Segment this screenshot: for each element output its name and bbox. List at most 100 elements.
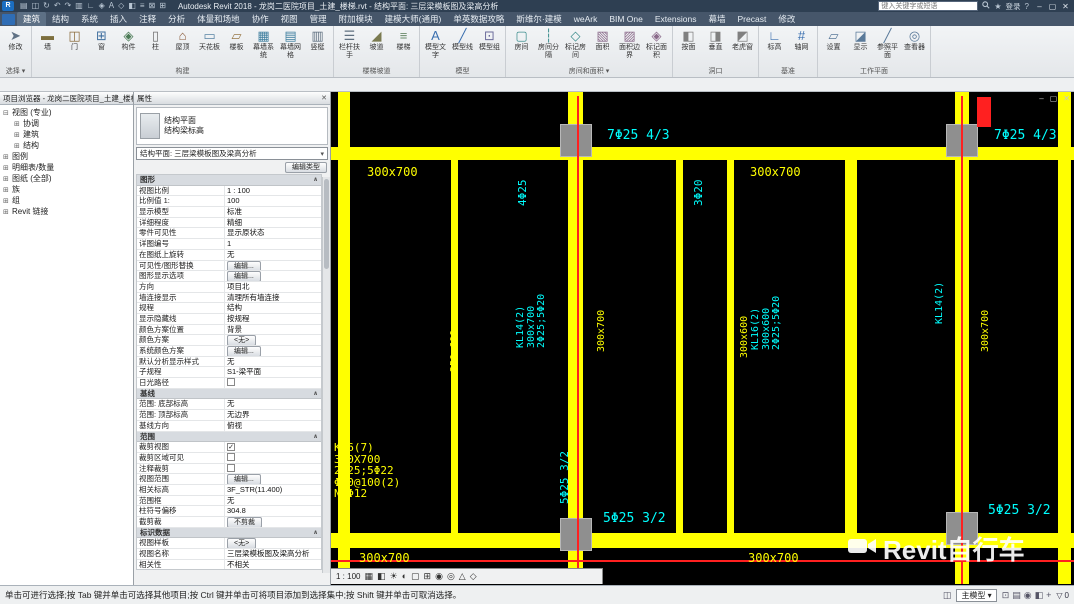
- print-icon[interactable]: ▥: [75, 1, 83, 11]
- view-restore-button[interactable]: ▢: [1050, 94, 1058, 103]
- ribbon-button[interactable]: ▭ 天花板: [196, 27, 223, 52]
- property-value[interactable]: 项目北: [225, 282, 321, 292]
- sun-path-icon[interactable]: ☀: [390, 571, 398, 582]
- crop-view-icon[interactable]: ▢: [411, 571, 420, 582]
- ribbon-button[interactable]: ≡ 楼梯: [390, 27, 417, 52]
- text-icon[interactable]: A: [109, 1, 114, 11]
- beam-annotation[interactable]: KL16(2) 300x600 2Φ25;5Φ20: [750, 296, 783, 350]
- ribbon-tab[interactable]: 建筑: [17, 12, 47, 26]
- undo-icon[interactable]: ↶: [54, 1, 61, 11]
- ribbon-tab[interactable]: Extensions: [649, 12, 703, 26]
- browser-tree-item[interactable]: ⊞ Revit 链接: [0, 206, 133, 217]
- ribbon-button[interactable]: ◪ 显示: [847, 27, 874, 52]
- property-value[interactable]: 按规程: [225, 314, 321, 324]
- view-close-button[interactable]: ✕: [1063, 94, 1070, 103]
- property-value[interactable]: [225, 452, 321, 463]
- project-browser-header[interactable]: 项目浏览器 - 龙岗二医院项目_土建_楼梯.rvt ✕: [0, 92, 133, 105]
- ribbon-tab[interactable]: 协作: [246, 12, 275, 26]
- constraints-icon[interactable]: ◇: [470, 571, 477, 582]
- property-value[interactable]: 精细: [225, 218, 321, 228]
- property-section-header[interactable]: 标识数据 ∧: [137, 527, 321, 539]
- close-button[interactable]: ✕: [1059, 2, 1072, 11]
- beam-annotation[interactable]: 5Φ25 3/2: [988, 504, 1051, 518]
- property-value[interactable]: 显示原状态: [225, 228, 321, 238]
- column[interactable]: [560, 518, 592, 551]
- browser-tree-item[interactable]: ⊞ 结构: [0, 140, 133, 151]
- scrollbar-thumb[interactable]: [324, 179, 329, 269]
- property-edit-button[interactable]: <无>: [227, 335, 257, 345]
- property-edit-button[interactable]: 编辑...: [227, 346, 261, 356]
- property-value[interactable]: S1-梁平面: [225, 367, 321, 377]
- close-icon[interactable]: ✕: [321, 94, 327, 102]
- ribbon-tab[interactable]: 注释: [133, 12, 162, 26]
- 3d-view-icon[interactable]: ◇: [118, 1, 124, 11]
- property-value[interactable]: <无>: [225, 335, 321, 345]
- ribbon-button[interactable]: ▱ 设置: [820, 27, 847, 52]
- property-value[interactable]: 无: [225, 357, 321, 367]
- beam-annotation[interactable]: 300x700: [596, 310, 608, 352]
- property-value[interactable]: 结构: [225, 303, 321, 313]
- property-value[interactable]: 3F_STR(11.400): [225, 485, 321, 495]
- worksets-icon[interactable]: ◫: [943, 590, 952, 601]
- expand-icon[interactable]: ⊞: [3, 175, 12, 183]
- property-edit-button[interactable]: 编辑...: [227, 474, 261, 484]
- shadows-icon[interactable]: ◐: [402, 571, 407, 582]
- beam-annotation[interactable]: 3Φ20: [692, 180, 705, 207]
- beam-annotation[interactable]: KL14(2): [934, 282, 946, 324]
- search-icon[interactable]: [982, 1, 990, 11]
- app-menu-icon[interactable]: R: [2, 1, 14, 11]
- ribbon-tab[interactable]: 体量和场地: [191, 12, 246, 26]
- property-value[interactable]: 俯视: [225, 421, 321, 431]
- sign-in-label[interactable]: 登录: [1006, 1, 1021, 12]
- property-value[interactable]: 不剪裁: [225, 517, 321, 527]
- ribbon-button[interactable]: ∟ 标高: [761, 27, 788, 52]
- expand-icon[interactable]: ⊞: [3, 186, 12, 194]
- property-value[interactable]: 标准: [225, 207, 321, 217]
- measure-icon[interactable]: ∟: [87, 1, 95, 11]
- browser-tree-item[interactable]: ⊟ 视图 (专业): [0, 107, 133, 118]
- property-value[interactable]: ✓: [225, 442, 321, 452]
- expand-icon[interactable]: ⊞: [3, 164, 12, 172]
- grid-line[interactable]: [961, 96, 963, 584]
- ribbon-button[interactable]: ▯ 柱: [142, 27, 169, 52]
- property-section-header[interactable]: 图形 ∧: [137, 175, 321, 186]
- ribbon-button[interactable]: ⊞ 窗: [88, 27, 115, 52]
- ribbon-button[interactable]: ◈ 构件: [115, 27, 142, 52]
- ribbon-button[interactable]: ◈ 标记面积: [643, 27, 670, 59]
- thin-lines-icon[interactable]: ≡: [140, 1, 145, 11]
- property-value[interactable]: 100: [225, 196, 321, 206]
- beam-annotation[interactable]: 300x600: [340, 316, 352, 358]
- ribbon-tab[interactable]: 附加模块: [333, 12, 379, 26]
- beam-annotation[interactable]: KL14(2) 300x700 2Φ25;5Φ20: [515, 294, 548, 348]
- section-icon[interactable]: ◧: [128, 1, 136, 11]
- browser-tree-item[interactable]: ⊞ 组: [0, 195, 133, 206]
- ribbon-button[interactable]: ▬ 墙: [34, 27, 61, 52]
- browser-tree-item[interactable]: ⊞ 图纸 (全部): [0, 173, 133, 184]
- select-elements-by-face-icon[interactable]: ◧: [1035, 590, 1044, 601]
- scale-control[interactable]: 1 : 100: [336, 572, 360, 581]
- browser-tree-item[interactable]: ⊞ 族: [0, 184, 133, 195]
- edit-type-button[interactable]: 编辑类型: [285, 161, 327, 173]
- beam-annotation[interactable]: 4Φ25: [516, 180, 529, 207]
- ribbon-button[interactable]: ▤ 幕墙网格: [277, 27, 304, 59]
- redo-icon[interactable]: ↷: [65, 1, 72, 11]
- analytical-model-icon[interactable]: △: [459, 571, 466, 582]
- expand-icon[interactable]: ⊞: [3, 197, 12, 205]
- expand-icon[interactable]: ⊞: [3, 153, 12, 161]
- reveal-hidden-icon[interactable]: ◎: [447, 571, 455, 582]
- property-value[interactable]: 无边界: [225, 410, 321, 420]
- ribbon-button[interactable]: ☰ 栏杆扶手: [336, 27, 363, 59]
- ribbon-button[interactable]: ◇ 标记房间: [562, 27, 589, 59]
- visual-style-icon[interactable]: ◧: [377, 571, 386, 582]
- beam-vertical[interactable]: [568, 92, 583, 584]
- property-edit-button[interactable]: 编辑...: [227, 260, 261, 271]
- drag-elements-icon[interactable]: +: [1046, 590, 1051, 601]
- beam-annotation[interactable]: 300x700: [750, 166, 801, 179]
- property-value[interactable]: <无>: [225, 538, 321, 549]
- type-selector[interactable]: 结构平面: 三层梁模板图及梁高分析 ▾: [136, 147, 328, 160]
- browser-tree-item[interactable]: ⊞ 协调: [0, 118, 133, 129]
- property-value[interactable]: 编辑...: [225, 474, 321, 484]
- ribbon-button[interactable]: ▱ 楼板: [223, 27, 250, 52]
- ribbon-button[interactable]: ◫ 门: [61, 27, 88, 52]
- beam-vertical[interactable]: [727, 147, 734, 548]
